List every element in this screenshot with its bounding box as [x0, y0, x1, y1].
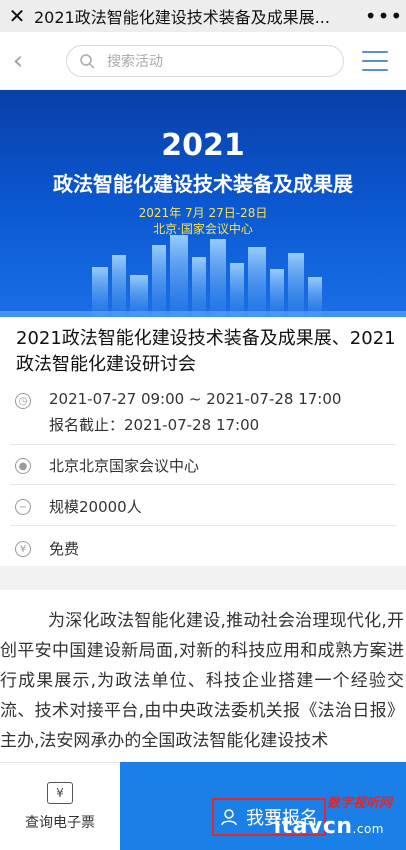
event-title: 2021政法智能化建设技术装备及成果展、2021政法智能化建设研讨会 [16, 328, 396, 375]
event-fee: 免费 [49, 540, 80, 558]
location-pin-icon: ● [15, 458, 31, 474]
search-input[interactable]: 搜索活动 [66, 44, 344, 77]
user-icon [221, 809, 237, 826]
signup-deadline: 报名截止：2021-07-28 17:00 [49, 416, 260, 434]
back-icon[interactable]: ‹ [0, 32, 36, 90]
minus-circle-icon: − [15, 499, 31, 515]
divider [10, 484, 396, 485]
event-location: 北京北京国家会议中心 [49, 457, 200, 475]
banner-year: 2021 [161, 128, 245, 163]
nav-bar: ‹ 搜索活动 [0, 32, 406, 90]
bottom-bar: ¥ 查询电子票 我要报名 数字视听网 itavcn.com [0, 762, 406, 850]
banner-title: 政法智能化建设技术装备及成果展 [53, 172, 353, 196]
event-banner: 2021 政法智能化建设技术装备及成果展 2021年 7月 27日-28日 北京… [0, 90, 406, 317]
watermark-logo: itavcn.com [274, 814, 384, 839]
watermark-logo-text: itavcn [273, 814, 353, 839]
event-description: 为深化政法智能化建设,推动社会治理现代化,开创平安中国建设新局面,对新的科技应用… [0, 606, 406, 762]
event-scale: 规模20000人 [49, 498, 142, 516]
divider [10, 525, 396, 526]
search-placeholder: 搜索活动 [107, 53, 163, 70]
search-icon [80, 53, 95, 69]
watermark-logo-suffix: .com [352, 822, 384, 836]
ticket-icon: ¥ [47, 781, 73, 804]
watermark-cn: 数字视听网 [326, 796, 392, 811]
signup-button[interactable]: 我要报名 数字视听网 itavcn.com [120, 762, 406, 850]
menu-icon[interactable] [362, 50, 388, 71]
top-bar: ✕ 2021政法智能化建设技术装备及成果展... ••• [0, 0, 406, 32]
clock-icon: ◷ [15, 393, 31, 409]
query-ticket-label: 查询电子票 [25, 814, 95, 831]
city-skyline-illustration [0, 235, 406, 317]
banner-date: 2021年 7月 27日-28日 [138, 206, 268, 220]
divider [10, 444, 396, 445]
window-title: 2021政法智能化建设技术装备及成果展... [34, 8, 330, 27]
description-text: 为深化政法智能化建设,推动社会治理现代化,开创平安中国建设新局面,对新的科技应用… [0, 611, 404, 751]
event-time: 2021-07-27 09:00 ~ 2021-07-28 17:00 [49, 390, 342, 408]
more-icon[interactable]: ••• [362, 0, 406, 32]
yen-icon: ¥ [15, 541, 31, 557]
close-icon[interactable]: ✕ [0, 0, 34, 32]
query-ticket-button[interactable]: ¥ 查询电子票 [0, 762, 120, 850]
section-separator [0, 566, 406, 590]
